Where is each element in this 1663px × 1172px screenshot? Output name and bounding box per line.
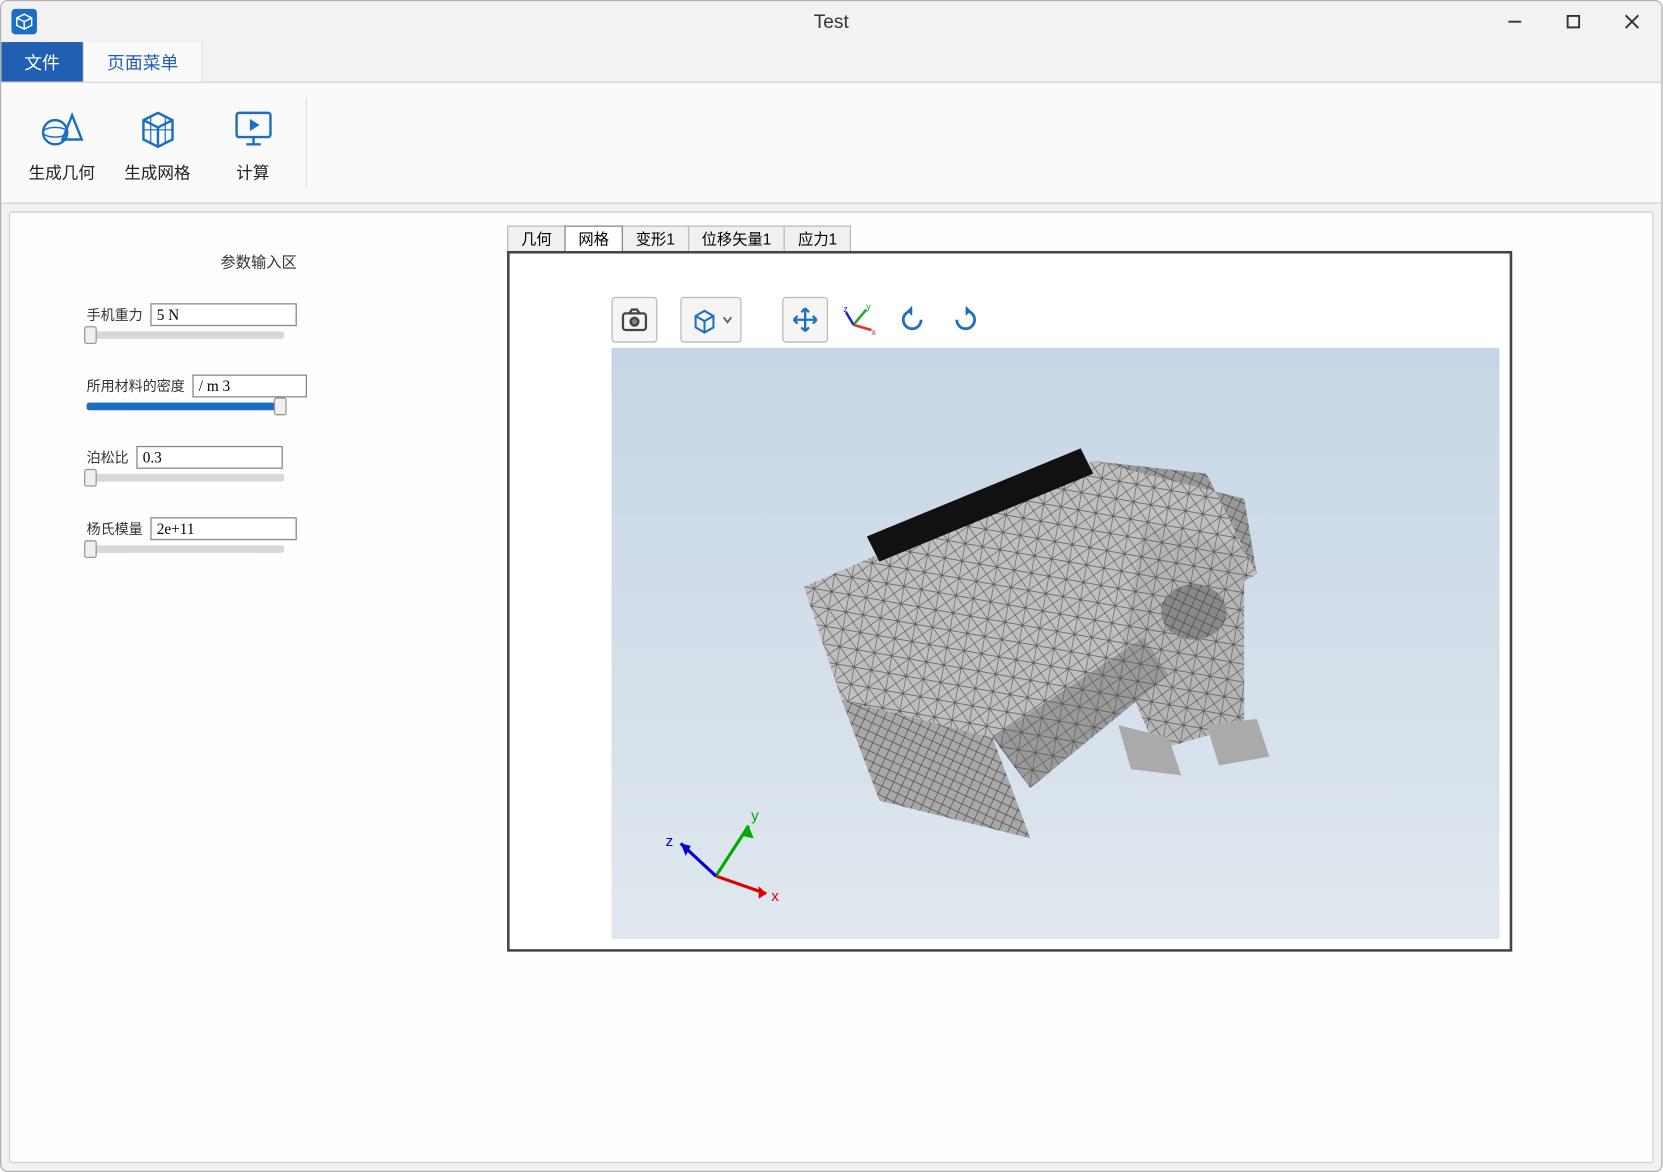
youngs-slider[interactable] [87, 545, 284, 553]
compute-button[interactable]: 计算 [205, 89, 301, 197]
play-monitor-icon [229, 103, 277, 151]
pan-button[interactable] [782, 297, 828, 343]
viz-tabs: 几何 网格 变形1 位移矢量1 应力1 [507, 225, 1512, 250]
app-icon [11, 9, 36, 34]
viz-tab-label: 应力1 [798, 228, 837, 250]
cube-mesh-icon [133, 103, 181, 151]
param-panel-title: 参数输入区 [36, 251, 482, 273]
svg-text:z: z [843, 304, 848, 314]
viz-tab-deform[interactable]: 变形1 [622, 225, 689, 250]
viewport[interactable]: x y z [507, 251, 1512, 952]
close-button[interactable] [1603, 1, 1662, 42]
generate-geometry-button[interactable]: 生成几何 [14, 89, 110, 197]
generate-mesh-button[interactable]: 生成网格 [110, 89, 206, 197]
ribbon-label: 计算 [236, 159, 269, 183]
viz-tab-label: 网格 [578, 228, 609, 250]
poisson-slider[interactable] [87, 474, 284, 482]
parameter-panel: 参数输入区 手机重力 所用材料的密度 [10, 213, 507, 1162]
app-window: Test 文件 页面菜单 生成几何 生成网格 [0, 0, 1663, 1172]
param-label: 所用材料的密度 [87, 376, 185, 396]
svg-text:z: z [666, 833, 674, 850]
viz-tab-label: 几何 [521, 228, 552, 250]
view-cube-button[interactable] [680, 297, 741, 343]
maximize-button[interactable] [1544, 1, 1603, 42]
density-slider[interactable] [87, 403, 284, 411]
svg-text:x: x [771, 888, 779, 905]
phone-weight-input[interactable] [150, 303, 297, 326]
viz-tab-label: 位移矢量1 [702, 228, 772, 250]
rotate-left-button[interactable] [889, 297, 935, 343]
param-row-phone-weight: 手机重力 [87, 303, 482, 339]
main-area: 参数输入区 手机重力 所用材料的密度 [9, 211, 1654, 1163]
svg-text:x: x [871, 327, 876, 337]
viz-tab-label: 变形1 [636, 228, 675, 250]
density-input[interactable] [192, 375, 307, 398]
poisson-input[interactable] [136, 446, 283, 469]
param-label: 手机重力 [87, 304, 143, 324]
visualization-panel: 几何 网格 变形1 位移矢量1 应力1 [507, 213, 1652, 1162]
viz-tab-displacement[interactable]: 位移矢量1 [688, 225, 786, 250]
menu-tabs: 文件 页面菜单 [1, 42, 1661, 83]
phone-weight-slider[interactable] [87, 331, 284, 339]
menu-tab-label: 页面菜单 [107, 49, 178, 74]
minimize-button[interactable] [1485, 1, 1544, 42]
viz-tab-mesh[interactable]: 网格 [564, 225, 623, 250]
param-label: 泊松比 [87, 447, 129, 467]
param-row-youngs: 杨氏模量 [87, 517, 482, 553]
menu-tab-page[interactable]: 页面菜单 [84, 42, 202, 81]
ribbon: 生成几何 生成网格 计算 [1, 83, 1661, 204]
viewport-toolbar: x y z [612, 294, 989, 345]
youngs-input[interactable] [150, 517, 297, 540]
axes-button[interactable]: x y z [836, 297, 882, 343]
svg-text:y: y [751, 808, 759, 825]
menu-tab-label: 文件 [24, 49, 60, 74]
svg-text:y: y [866, 302, 871, 312]
viz-tab-stress[interactable]: 应力1 [784, 225, 851, 250]
param-label: 杨氏模量 [87, 519, 143, 539]
param-row-density: 所用材料的密度 [87, 375, 482, 411]
ribbon-separator [306, 98, 307, 187]
axis-triad: x y z [666, 808, 780, 905]
menu-tab-file[interactable]: 文件 [1, 42, 84, 81]
sphere-cone-icon [38, 103, 86, 151]
window-controls [1485, 1, 1661, 42]
scene-3d[interactable]: x y z [612, 348, 1500, 939]
camera-button[interactable] [612, 297, 658, 343]
ribbon-label: 生成几何 [29, 159, 95, 183]
rotate-right-button[interactable] [943, 297, 989, 343]
ribbon-label: 生成网格 [124, 159, 190, 183]
viz-tab-geometry[interactable]: 几何 [507, 225, 566, 250]
param-row-poisson: 泊松比 [87, 446, 482, 482]
window-title: Test [1, 11, 1661, 33]
title-bar: Test [1, 1, 1661, 42]
